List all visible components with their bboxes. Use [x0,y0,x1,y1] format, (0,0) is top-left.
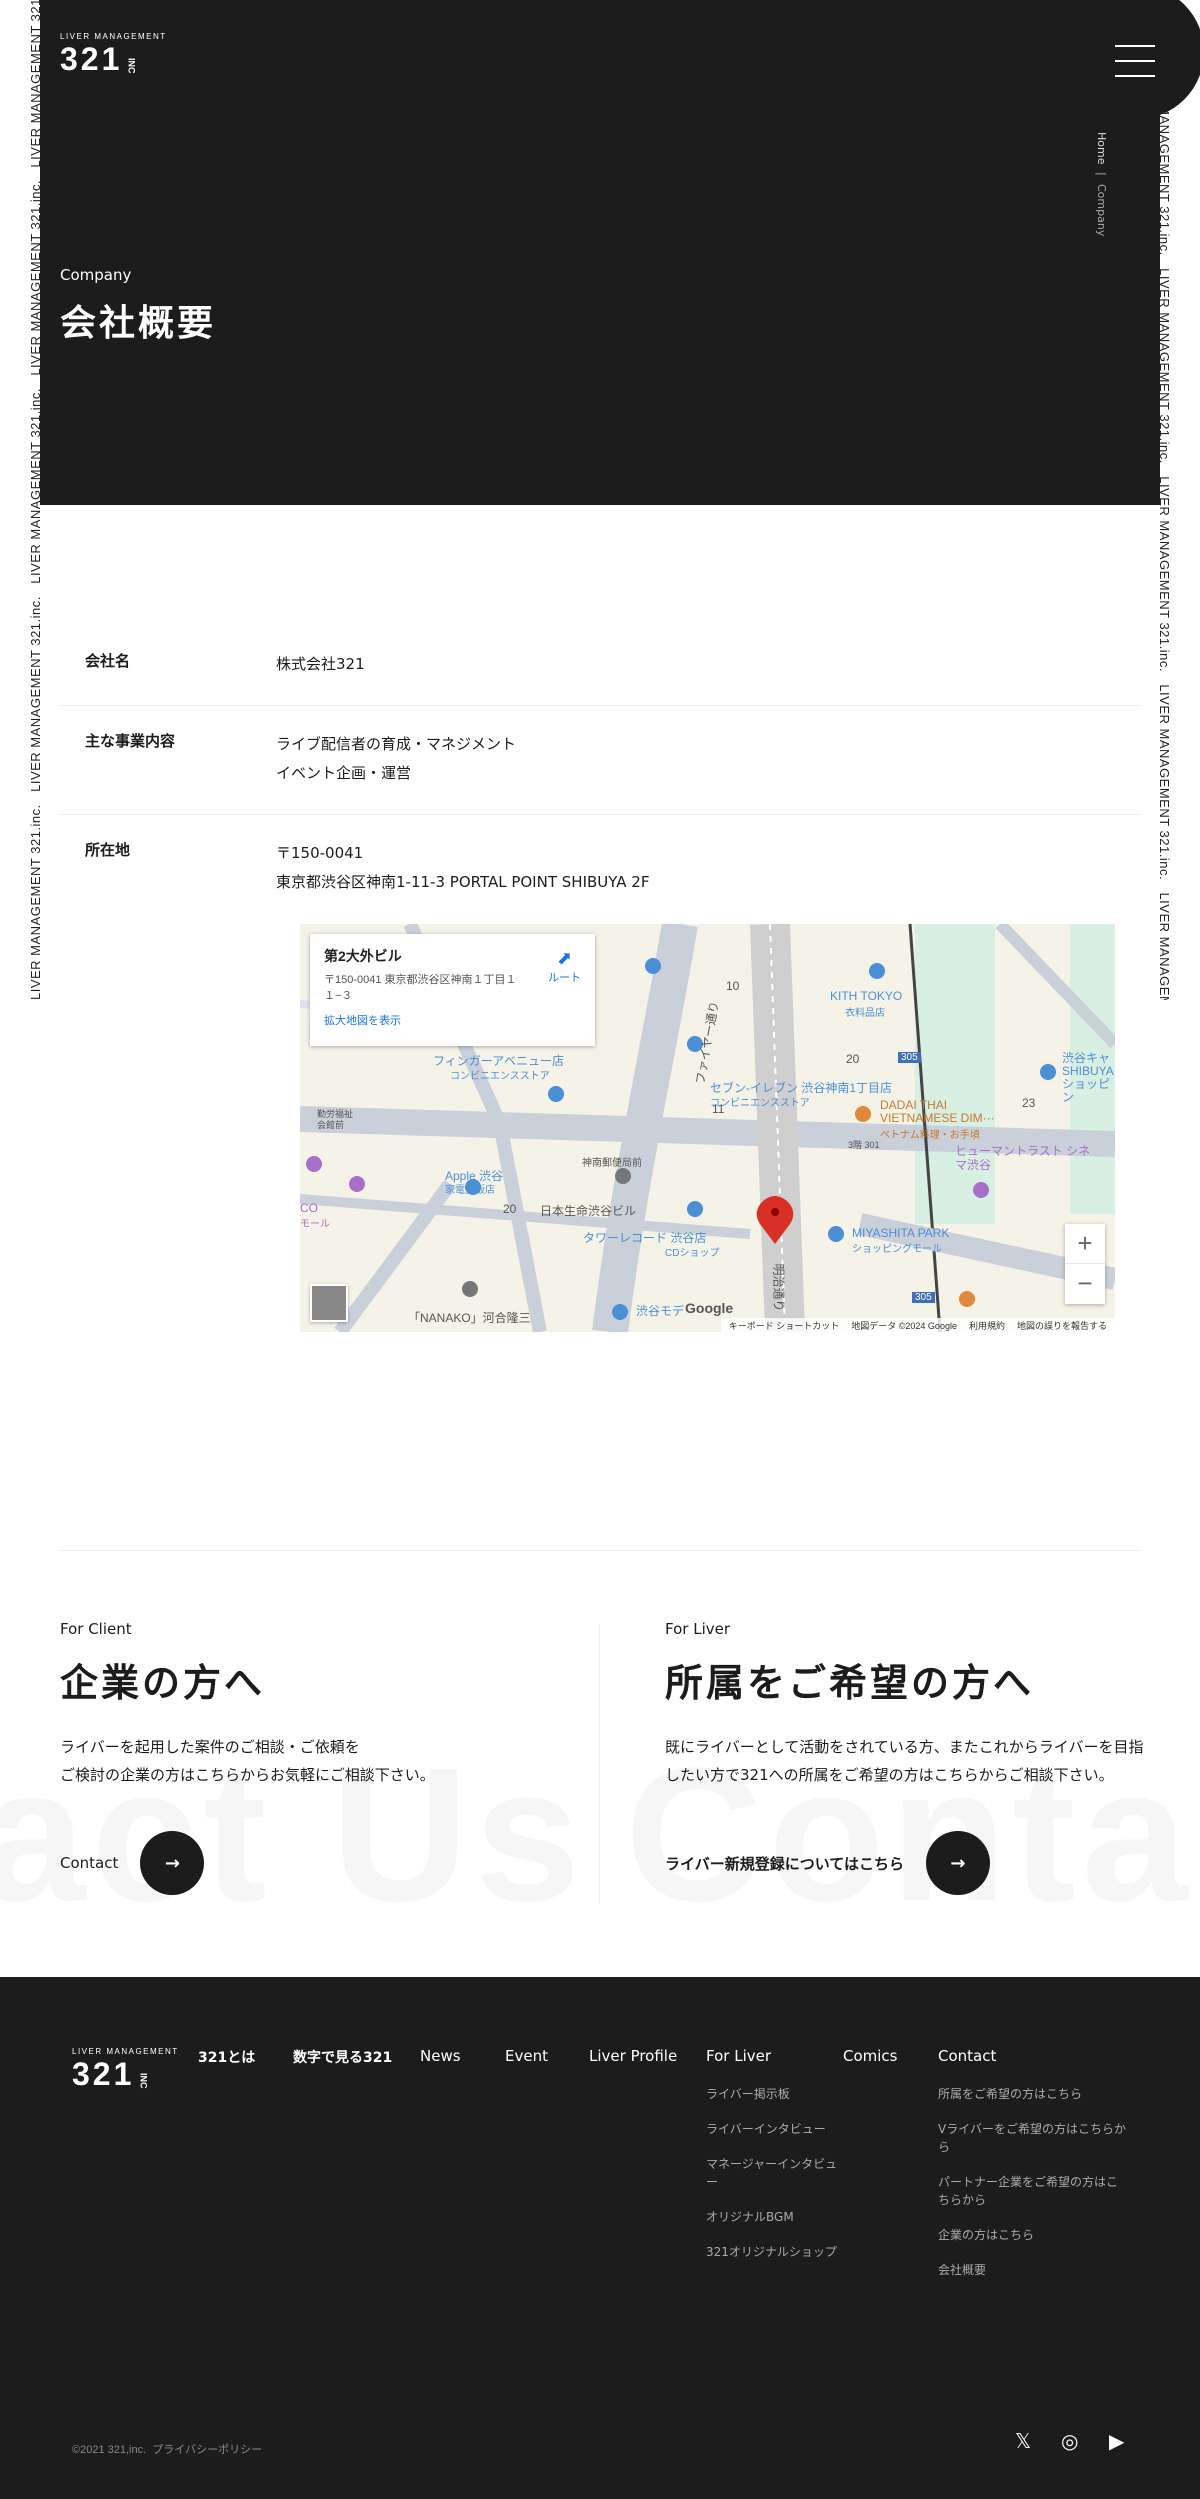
x-icon[interactable]: 𝕏 [1015,2429,1031,2453]
footer-link[interactable]: 所属をご希望の方はこちら [938,2085,1128,2103]
menu-button[interactable] [1090,0,1200,125]
breadcrumb: Home | Company [1095,132,1108,237]
liver-contact: For Liver 所属をご希望の方へ 既にライバーとして活動をされている方、ま… [665,1620,1165,1895]
marquee-text: LIVER MANAGEMENT 321,inc. LIVER MANAGEME… [1160,60,1172,1000]
footer-nav-news[interactable]: News [420,2047,461,2065]
zoom-out-button[interactable]: − [1065,1264,1105,1304]
footer-link[interactable]: 会社概要 [938,2261,1128,2279]
site-logo[interactable]: LIVER MANAGEMENT 321 INC [60,32,167,75]
directions-icon: ⬈ [556,948,573,968]
route-button[interactable]: ⬈ ルート [548,948,581,985]
google-logo: Google [685,1300,734,1316]
company-table: 会社名 株式会社321 主な事業内容 ライブ配信者の育成・マネジメント イベント… [60,628,1140,923]
privacy-policy-link[interactable]: プライバシーポリシー [152,2444,262,2456]
map-attribution: キーボード ショートカット 地図データ ©2024 Google 利用規約 地図… [720,1318,1115,1332]
terms-link[interactable]: 利用規約 [969,1319,1005,1331]
enlarge-map-link[interactable]: 拡大地図を表示 [324,1012,581,1028]
footer-link[interactable]: 321オリジナルショップ [706,2243,841,2261]
youtube-icon[interactable]: ▶ [1109,2429,1124,2453]
footer-link[interactable]: マネージャーインタビュー [706,2155,841,2191]
liver-title: 所属をご希望の方へ [665,1661,1035,1705]
footer-nav-comics[interactable]: Comics [843,2047,898,2065]
footer-nav-about[interactable]: 321とは [198,2047,255,2067]
zoom-in-button[interactable]: + [1065,1224,1105,1264]
site-footer: LIVER MANAGEMENT 321 INC 321とは 数字で見る321 … [0,1977,1200,2499]
hamburger-icon [1115,45,1155,90]
footer-link[interactable]: パートナー企業をご希望の方はこちらから [938,2173,1128,2209]
street-view-thumbnail[interactable] [310,1284,348,1322]
map-info-card: 第2大外ビル 〒150-0041 東京都渋谷区神南１丁目１１−３ 拡大地図を表示… [310,934,595,1046]
footer-link[interactable]: オリジナルBGM [706,2208,841,2226]
report-error-link[interactable]: 地図の誤りを報告する [1017,1319,1107,1331]
breadcrumb-home[interactable]: Home [1095,132,1108,164]
contact-button[interactable]: Contact → [60,1831,560,1895]
breadcrumb-current: Company [1095,184,1108,237]
side-marquee-left: LIVER MANAGEMENT 321,inc. LIVER MANAGEME… [0,0,40,1000]
footer-link[interactable]: ライバーインタビュー [706,2120,841,2138]
footer-link[interactable]: 企業の方はこちら [938,2226,1128,2244]
section-divider [60,1550,1140,1551]
page-title: 会社概要 [60,303,217,344]
liver-register-button[interactable]: ライバー新規登録についてはこちら → [665,1831,1165,1895]
client-contact: For Client 企業の方へ ライバーを起用した案件のご相談・ご依頼を ご検… [60,1620,560,1895]
footer-nav-liver-profile[interactable]: Liver Profile [589,2047,677,2065]
footer-link[interactable]: Vライバーをご希望の方はこちらから [938,2120,1128,2156]
footer-nav-event[interactable]: Event [505,2047,548,2065]
table-row: 主な事業内容 ライブ配信者の育成・マネジメント イベント企画・運営 [60,706,1140,815]
marquee-text: LIVER MANAGEMENT 321,inc. LIVER MANAGEME… [28,0,40,1000]
table-row: 会社名 株式会社321 [60,628,1140,706]
zoom-control: + − [1065,1224,1105,1304]
client-title: 企業の方へ [60,1661,266,1705]
instagram-icon[interactable]: ◎ [1061,2429,1078,2453]
footer-nav-numbers[interactable]: 数字で見る321 [293,2047,392,2067]
footer-nav-contact: Contact 所属をご希望の方はこちら Vライバーをご希望の方はこちらから パ… [938,2047,1128,2296]
keyboard-shortcuts-link[interactable]: キーボード ショートカット [729,1319,840,1331]
column-divider [599,1625,600,1905]
footer-link[interactable]: ライバー掲示板 [706,2085,841,2103]
google-map[interactable]: セブン-イレブン 渋谷神南1丁目店 コンビニエンスストア フィンガーアベニュー店… [300,924,1115,1332]
page-subtitle: Company [60,266,132,284]
page-hero: LIVER MANAGEMENT 321 INC Home | Company … [40,0,1160,505]
footer-nav-for-liver: For Liver ライバー掲示板 ライバーインタビュー マネージャーインタビュ… [706,2047,841,2278]
table-row: 所在地 〒150-0041 東京都渋谷区神南1-11-3 PORTAL POIN… [85,841,650,891]
arrow-right-icon: → [925,1831,990,1895]
arrow-right-icon: → [140,1831,205,1895]
footer-logo[interactable]: LIVER MANAGEMENT 321 INC [72,2047,179,2090]
copyright: ©2021 321,inc. プライバシーポリシー [72,2444,263,2456]
side-marquee-right: LIVER MANAGEMENT 321,inc. LIVER MANAGEME… [1160,60,1200,1000]
